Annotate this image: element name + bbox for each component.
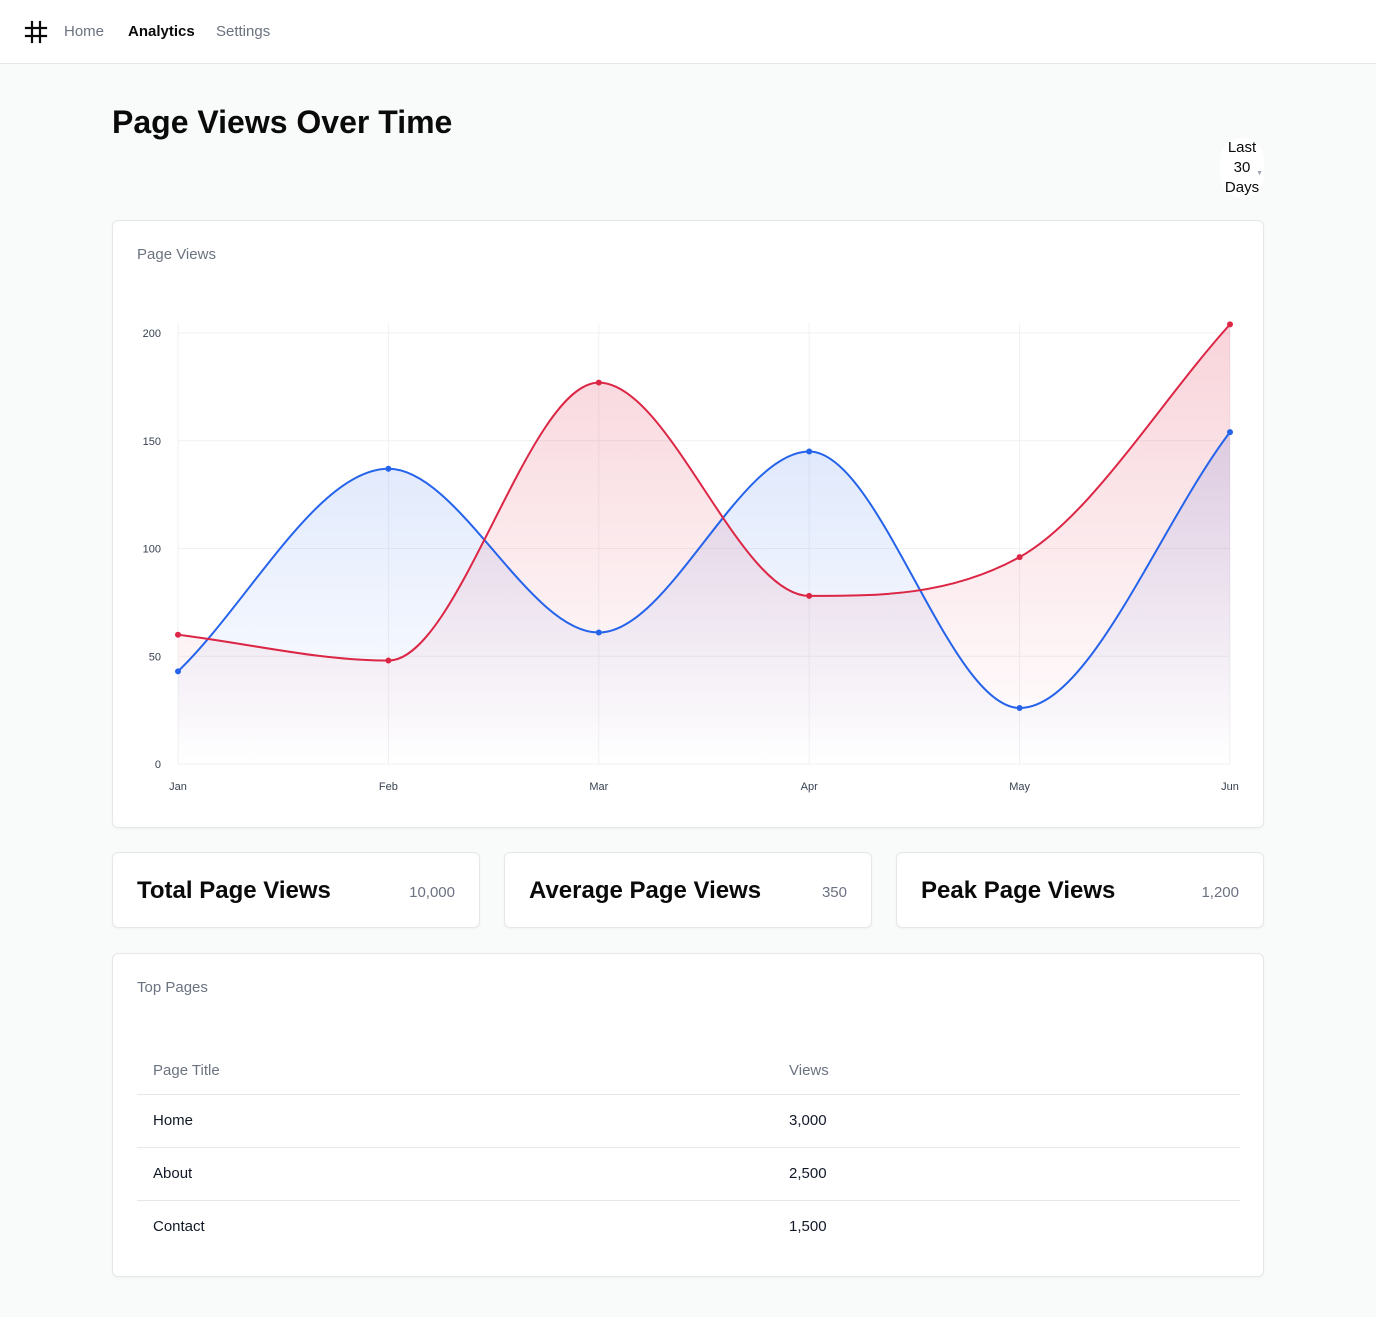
views-cell: 3,000 <box>773 1094 1240 1148</box>
views-cell: 1,500 <box>789 1218 827 1236</box>
data-point <box>385 465 392 472</box>
column-header-page-title: Page Title <box>137 1048 773 1095</box>
x-tick-label: Jan <box>169 781 187 793</box>
x-tick-label: Mar <box>589 781 608 793</box>
column-header-views: Views <box>773 1048 1240 1095</box>
y-tick-label: 0 <box>155 759 161 771</box>
date-range-line-1: Last <box>1227 139 1257 156</box>
top-nav-bar: Home Analytics Settings <box>0 0 1376 64</box>
page-views-chart: 0 50 100 150 200 Jan Feb Mar Apr May Jun <box>143 321 1239 793</box>
y-tick-label: 50 <box>149 651 161 663</box>
nav-home-link[interactable]: Home <box>64 22 104 42</box>
chevron-down-icon: ▼ <box>1256 170 1263 177</box>
data-point <box>1227 321 1233 328</box>
data-point <box>175 631 181 638</box>
y-tick-label: 200 <box>143 328 161 340</box>
data-point <box>175 668 181 675</box>
data-point <box>1016 704 1023 711</box>
nav-settings-link[interactable]: Settings <box>216 22 270 42</box>
stat-value: 10,000 <box>409 884 455 901</box>
top-pages-label: Top Pages <box>137 979 208 996</box>
date-range-select[interactable]: Last 30 Days ▼ <box>1220 138 1264 198</box>
stat-value: 1,200 <box>1201 884 1239 901</box>
y-tick-label: 100 <box>143 544 161 556</box>
top-pages-table: Page Title Views Home 3,000 About 2,500 … <box>137 1048 1240 1253</box>
data-point <box>1016 554 1023 561</box>
hash-logo-icon[interactable] <box>24 20 48 44</box>
page-title: Page Views Over Time <box>112 104 453 140</box>
top-pages-card: Top Pages Page Title Views Home 3,000 Ab… <box>112 953 1264 1277</box>
table-row: About 2,500 <box>137 1147 1240 1201</box>
stat-title: Total Page Views <box>137 877 331 904</box>
stat-card-average: Average Page Views 350 <box>504 852 872 928</box>
stat-title: Average Page Views <box>529 877 762 904</box>
stat-title: Peak Page Views <box>921 877 1116 904</box>
data-point <box>595 379 602 386</box>
nav-analytics-link[interactable]: Analytics <box>128 22 195 42</box>
table-header-row: Page Title Views <box>137 1048 1240 1095</box>
views-cell: 2,500 <box>773 1147 1240 1201</box>
x-tick-label: Apr <box>801 781 818 793</box>
table-row: Home 3,000 <box>137 1094 1240 1148</box>
stat-card-total: Total Page Views 10,000 <box>112 852 480 928</box>
x-tick-label: Feb <box>379 781 398 793</box>
stat-value: 350 <box>821 884 847 901</box>
x-tick-label: May <box>1009 781 1030 793</box>
data-point <box>806 592 813 599</box>
page-views-chart-card: Page Views 0 50 100 150 200 Jan Feb Mar Apr May Ju… <box>112 220 1264 828</box>
data-point <box>806 448 813 455</box>
page-title-cell: Contact <box>153 1218 205 1236</box>
data-point <box>595 629 602 636</box>
data-point <box>385 657 392 664</box>
y-tick-label: 150 <box>143 436 161 448</box>
table-row: Contact 1,500 <box>137 1200 1240 1253</box>
data-point <box>1227 429 1233 436</box>
page-title-cell: Home <box>137 1094 773 1148</box>
stat-card-peak: Peak Page Views 1,200 <box>896 852 1264 928</box>
x-tick-label: Jun <box>1221 781 1239 793</box>
page-title-cell: About <box>137 1147 773 1201</box>
